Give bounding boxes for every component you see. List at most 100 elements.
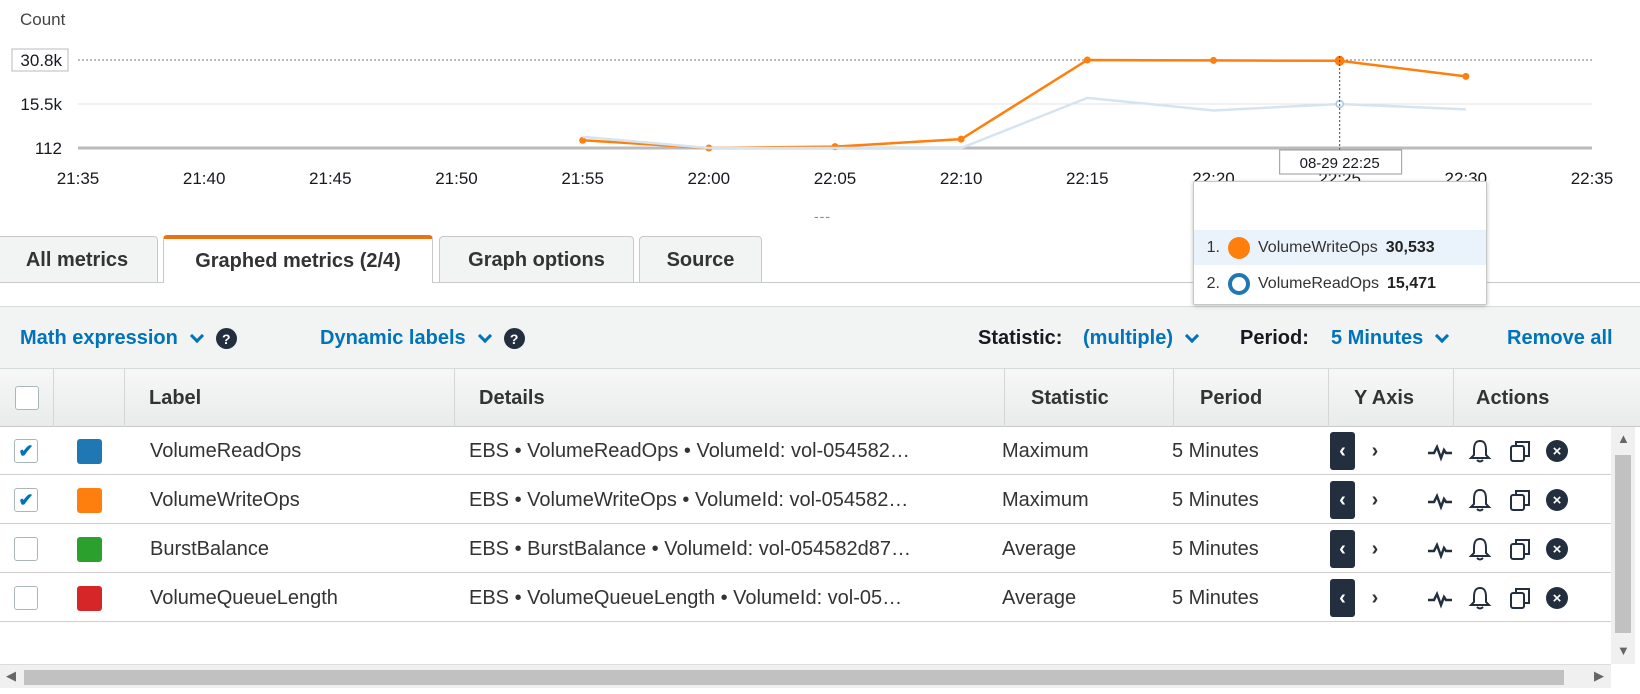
y-axis-left-button[interactable]: ‹ (1330, 432, 1355, 470)
filled-circle-icon (1228, 236, 1250, 259)
series-color-swatch[interactable] (77, 487, 102, 513)
y-axis-left-button[interactable]: ‹ (1330, 530, 1355, 568)
period-column-header[interactable]: Period (1174, 369, 1329, 427)
label-column-header[interactable]: Label (125, 369, 455, 427)
y-tick-label: 30.8k (20, 51, 62, 70)
period-dropdown[interactable]: 5 Minutes (1331, 307, 1450, 370)
y-axis-right-button[interactable]: › (1365, 481, 1385, 519)
dynamic-labels-dropdown[interactable]: Dynamic labels ? (320, 307, 525, 370)
y-axis-left-button[interactable]: ‹ (1330, 579, 1355, 617)
x-tick-label: 22:00 (688, 169, 731, 188)
alarm-bell-icon[interactable] (1466, 486, 1494, 514)
vertical-scroll-thumb[interactable] (1615, 455, 1631, 633)
tooltip-series-value: 15,471 (1386, 274, 1436, 292)
metric-statistic[interactable]: Average (1002, 574, 1076, 622)
metric-label[interactable]: VolumeReadOps (150, 427, 301, 475)
remove-metric-icon[interactable]: × (1546, 440, 1568, 462)
metric-label[interactable]: VolumeWriteOps (150, 476, 300, 524)
y-axis-right-button[interactable]: › (1365, 432, 1385, 470)
metric-period[interactable]: 5 Minutes (1172, 525, 1259, 573)
scroll-right-arrow-icon[interactable]: ▶ (1594, 668, 1604, 684)
tooltip-series-value: 30,533 (1385, 238, 1435, 256)
horizontal-scrollbar[interactable]: ◀ ▶ (0, 664, 1611, 688)
metric-statistic[interactable]: Maximum (1002, 476, 1089, 524)
table-header: Label Details Statistic Period Y Axis Ac… (0, 369, 1640, 427)
actions-column-header: Actions (1476, 386, 1550, 409)
y-axis-right-button[interactable]: › (1365, 579, 1385, 617)
remove-all-button[interactable]: Remove all (1507, 307, 1613, 370)
graph-metric-icon[interactable] (1426, 437, 1454, 465)
metric-period[interactable]: 5 Minutes (1172, 574, 1259, 622)
chevron-down-icon (189, 328, 204, 343)
tab-source[interactable]: Source (639, 236, 762, 283)
series-color-swatch[interactable] (77, 585, 102, 611)
tooltip-row: 1. VolumeWriteOps 30,533 (1194, 230, 1486, 265)
metric-details[interactable]: EBS • BurstBalance • VolumeId: vol-05458… (469, 525, 969, 573)
statistic-dropdown[interactable]: (multiple) (1083, 307, 1200, 370)
duplicate-icon[interactable] (1506, 486, 1534, 514)
graph-metric-icon[interactable] (1426, 535, 1454, 563)
graph-metric-icon[interactable] (1426, 584, 1454, 612)
help-icon[interactable]: ? (503, 328, 525, 349)
scroll-down-arrow-icon[interactable]: ▼ (1617, 643, 1630, 658)
alarm-bell-icon[interactable] (1466, 584, 1494, 612)
tooltip-index: 2. (1206, 274, 1220, 292)
tab-graph-options[interactable]: Graph options (439, 236, 634, 283)
row-checkbox[interactable] (14, 537, 38, 561)
metric-statistic[interactable]: Maximum (1002, 427, 1089, 475)
tab-graphed-metrics[interactable]: Graphed metrics (2/4) (163, 235, 433, 283)
x-tick-label: 21:55 (561, 169, 604, 188)
remove-metric-icon[interactable]: × (1546, 587, 1568, 609)
metric-details[interactable]: EBS • VolumeWriteOps • VolumeId: vol-054… (469, 476, 969, 524)
graphed-metrics-toolbar: Math expression ? Dynamic labels ? Stati… (0, 306, 1640, 369)
row-checkbox[interactable] (14, 586, 38, 610)
details-column-header[interactable]: Details (455, 369, 1005, 427)
hover-time-label: 08-29 22:25 (1300, 155, 1380, 172)
metric-period[interactable]: 5 Minutes (1172, 476, 1259, 524)
series-color-swatch[interactable] (77, 438, 102, 464)
row-checkbox[interactable]: ✔ (14, 439, 38, 463)
statistic-value: (multiple) (1083, 327, 1173, 349)
data-point (1083, 56, 1091, 64)
scroll-left-arrow-icon[interactable]: ◀ (6, 668, 16, 684)
y-axis-right-button[interactable]: › (1365, 530, 1385, 568)
tooltip-row: 2. VolumeReadOps 15,471 (1194, 266, 1486, 301)
statistic-column-header[interactable]: Statistic (1005, 369, 1174, 427)
data-point (1210, 56, 1217, 64)
metric-statistic[interactable]: Average (1002, 525, 1076, 573)
metric-label[interactable]: BurstBalance (150, 525, 269, 573)
duplicate-icon[interactable] (1506, 535, 1534, 563)
help-icon[interactable]: ? (215, 328, 237, 349)
x-tick-label: 22:05 (814, 169, 857, 188)
select-all-checkbox[interactable] (14, 386, 39, 410)
metric-details[interactable]: EBS • VolumeQueueLength • VolumeId: vol-… (469, 574, 969, 622)
metric-details[interactable]: EBS • VolumeReadOps • VolumeId: vol-0545… (469, 427, 969, 475)
math-expression-dropdown[interactable]: Math expression ? (20, 307, 237, 370)
chevron-down-icon (477, 328, 492, 343)
x-tick-label: 21:50 (435, 169, 478, 188)
tab-all-metrics[interactable]: All metrics (0, 236, 158, 283)
statistic-label: Statistic: (978, 327, 1063, 349)
duplicate-icon[interactable] (1506, 584, 1534, 612)
scroll-up-arrow-icon[interactable]: ▲ (1617, 431, 1630, 446)
y-axis-left-button[interactable]: ‹ (1330, 481, 1355, 519)
vertical-scrollbar[interactable]: ▲ ▼ (1611, 427, 1635, 664)
metric-period[interactable]: 5 Minutes (1172, 427, 1259, 475)
remove-metric-icon[interactable]: × (1546, 489, 1568, 511)
graph-metric-icon[interactable] (1426, 486, 1454, 514)
horizontal-scroll-thumb[interactable] (24, 670, 1564, 685)
tooltip-index: 1. (1206, 238, 1220, 256)
chart-resize-handle[interactable]: --- (814, 208, 831, 224)
series-color-swatch[interactable] (77, 536, 102, 562)
period-label: Period: (1240, 327, 1309, 349)
metric-label[interactable]: VolumeQueueLength (150, 574, 338, 622)
chevron-down-icon (1184, 328, 1200, 343)
row-checkbox[interactable]: ✔ (14, 488, 38, 512)
remove-metric-icon[interactable]: × (1546, 538, 1568, 560)
tooltip-series-name: VolumeWriteOps (1258, 238, 1378, 256)
alarm-bell-icon[interactable] (1466, 535, 1494, 563)
duplicate-icon[interactable] (1506, 437, 1534, 465)
alarm-bell-icon[interactable] (1466, 437, 1494, 465)
x-tick-label: 21:35 (57, 169, 100, 188)
y-tick-label: 15.5k (20, 95, 62, 114)
